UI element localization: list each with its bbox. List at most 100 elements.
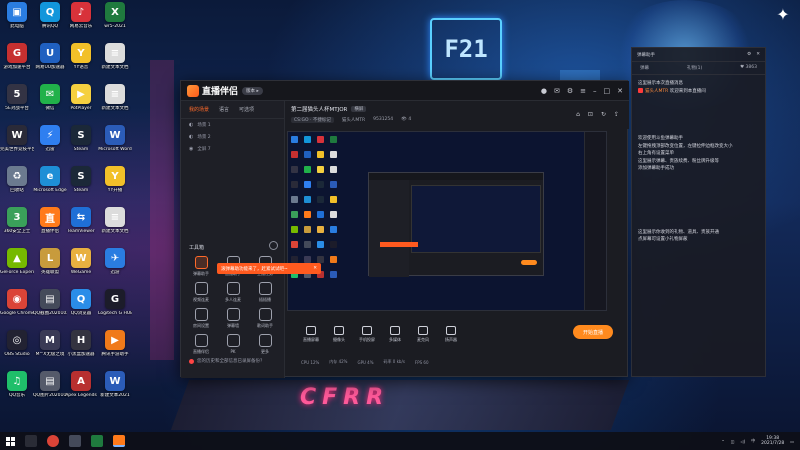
desktop-icon[interactable]: S Steam [66, 166, 96, 193]
eye-icon[interactable]: ◐ [189, 134, 193, 140]
source-button[interactable]: 多媒体 [381, 325, 409, 343]
network-icon[interactable]: ◫ [731, 439, 735, 444]
toolbox-settings-icon[interactable] [269, 241, 278, 250]
chevron-up-icon[interactable]: ⌃ [721, 439, 724, 444]
tool-item[interactable]: 歌词助手 [249, 308, 281, 329]
input-language[interactable]: 中 [751, 438, 755, 444]
refresh-icon[interactable]: ↻ [601, 111, 606, 118]
settings-icon[interactable]: ⚙ [747, 52, 751, 57]
desktop-icon[interactable]: ♪ 网易云音乐 [66, 2, 96, 29]
desktop-icon[interactable]: 直直播伴侣 [35, 207, 65, 234]
eye-icon[interactable]: ◐ [189, 122, 193, 128]
scene-item[interactable]: ◐ 场景 1 [181, 119, 284, 131]
eye-icon[interactable]: ◉ [189, 146, 193, 152]
share-icon[interactable]: ⇪ [614, 111, 619, 118]
desktop-icon[interactable]: ⇆ TeamViewer [66, 207, 96, 234]
tool-item[interactable]: 插插播 [249, 282, 281, 303]
desktop-icon[interactable]: ◎ OBS Studio [2, 330, 32, 357]
desktop-icon[interactable]: U 网易UU加速器 [35, 43, 65, 70]
danmaku-panel-header[interactable]: 弹幕助手 ⚙ ✕ [632, 48, 765, 62]
desktop-icon[interactable]: S Steam [66, 125, 96, 152]
desktop-icon[interactable]: W 完美世界竞技平台 [0, 125, 34, 152]
file-explorer-icon[interactable] [69, 435, 81, 447]
live-companion-window[interactable]: 直播伴侣 版本 ▸ ● ✉ ⚙ ≡ – □ ✕ 我的场景 语言 可选项 ◐ 场景 … [180, 80, 629, 378]
tool-item[interactable]: 直播伴侣 [185, 334, 217, 355]
source-button[interactable]: 摄像头 [325, 325, 353, 343]
tool-item[interactable]: PK [217, 334, 249, 355]
desktop-icon[interactable]: 3 360安全卫士 [2, 207, 32, 234]
desktop-icon[interactable]: L 英雄联盟 [35, 248, 65, 275]
mail-icon[interactable]: ✉ [554, 87, 560, 95]
tab-scenes[interactable]: 我的场景 [189, 106, 209, 113]
tool-item[interactable]: 弹幕助手 [185, 256, 217, 277]
tab-audience[interactable]: ♥ 3863 [740, 65, 757, 71]
start-button[interactable] [6, 436, 15, 446]
tool-item[interactable]: 房间设置 [185, 308, 217, 329]
desktop-icon[interactable]: e Microsoft Edge [33, 166, 67, 193]
danmaku-user[interactable]: 猫头人MTR [645, 89, 668, 94]
search-icon[interactable] [25, 435, 37, 447]
desktop-icon[interactable]: ⚡ 迅雷 [35, 125, 65, 152]
desktop-icon[interactable]: ✉ 微信 [35, 84, 65, 111]
volume-icon[interactable]: ◁) [741, 439, 746, 444]
desktop-icon[interactable]: ♫ QQ音乐 [2, 371, 32, 398]
desktop-icon[interactable]: Y YY语音 [66, 43, 96, 70]
gift-icon[interactable]: ⌂ [576, 111, 580, 118]
desktop-icon[interactable]: Q QQ浏览器 [66, 289, 96, 316]
desktop-icon[interactable]: ▲ GeForce Experience [0, 248, 34, 275]
desktop-icon[interactable]: ◉ Google Chrome [0, 289, 34, 316]
source-button[interactable]: 扬声器 [437, 325, 465, 343]
scene-item[interactable]: ◉ 全屏 7 [181, 143, 284, 155]
source-button[interactable]: 麦克风 [409, 325, 437, 343]
start-live-button[interactable]: 开始直播 [573, 325, 613, 339]
settings-icon[interactable]: ⚙ [567, 87, 573, 95]
desktop-icon[interactable]: ▤ QQ截图20201021 [33, 289, 67, 316]
desktop-icon[interactable]: Y YY开播 [100, 166, 130, 193]
tool-item[interactable]: 多人连麦 [217, 282, 249, 303]
desktop-icon[interactable]: ▣ 此电脑 [2, 2, 32, 29]
tab-language[interactable]: 语言 [219, 106, 229, 113]
room-category[interactable]: CS:GO · 不捷标记 [291, 117, 334, 123]
scene-item[interactable]: ◐ 场景 2 [181, 131, 284, 143]
version-badge[interactable]: 版本 ▸ [242, 86, 263, 95]
avatar-icon[interactable]: ● [541, 87, 547, 95]
desktop-icon[interactable]: W WeGame [66, 248, 96, 275]
desktop-icon[interactable]: ▶ PotPlayer [66, 84, 96, 111]
toast-close-icon[interactable]: ✕ [313, 266, 317, 271]
stream-preview[interactable] [287, 131, 607, 311]
feature-toast[interactable]: 滚弹幕助功能来了，赶紧试试吧~ ✕ [217, 263, 321, 274]
maximize-icon[interactable]: □ [604, 87, 611, 95]
excel-icon[interactable] [91, 435, 103, 447]
tab-options[interactable]: 可选项 [239, 106, 254, 113]
desktop-icon[interactable]: G Logitech G HUB [98, 289, 132, 316]
orientation-tag[interactable]: 横屏 [351, 106, 367, 112]
chrome-icon[interactable] [47, 435, 59, 447]
backup-notice[interactable]: 您的历史和全部信息已录屏备份？ [189, 358, 265, 364]
tool-item[interactable]: 更多 [249, 334, 281, 355]
tab-danmaku[interactable]: 弹幕 [640, 65, 649, 71]
desktop-icon[interactable]: Xwr5-2021 [100, 2, 130, 29]
desktop-icon[interactable]: W Microsoft Word [98, 125, 132, 152]
desktop-icon[interactable]: ≡ 新建文本文档 [100, 84, 130, 111]
source-button[interactable]: 直播屏幕 [297, 325, 325, 343]
source-button[interactable]: 手机投屏 [353, 325, 381, 343]
close-icon[interactable]: ✕ [756, 52, 760, 57]
desktop-icon[interactable]: ♻ 回收站 [2, 166, 32, 193]
menu-icon[interactable]: ≡ [580, 87, 586, 95]
tool-item[interactable]: 视频连麦 [185, 282, 217, 303]
desktop-icon[interactable]: ≡ 新建文本文档 [100, 43, 130, 70]
clock[interactable]: 19:38 2021/7/28 [761, 436, 784, 447]
lock-icon[interactable]: ⊡ [588, 111, 593, 118]
minimize-icon[interactable]: – [593, 87, 597, 95]
live-companion-taskbar-icon[interactable] [113, 435, 125, 447]
desktop-icon[interactable]: M M^X无极之境 [35, 330, 65, 357]
desktop-icon[interactable]: ≡ 新建文本文档 [100, 207, 130, 234]
desktop-icon[interactable]: G 游戏加速平台 [2, 43, 32, 70]
tab-gifts[interactable]: 礼物(1) [687, 65, 702, 71]
tool-item[interactable]: 弹幕墙 [217, 308, 249, 329]
close-icon[interactable]: ✕ [617, 87, 623, 95]
desktop-icon[interactable]: H 小黑盒加速器 [66, 330, 96, 357]
desktop-icon[interactable]: 5 5E对战平台 [2, 84, 32, 111]
danmaku-assistant-panel[interactable]: 弹幕助手 ⚙ ✕ 弹幕 礼物(1) ♥ 3863 这里展示本次直播消息 猫头人MT… [631, 47, 766, 377]
desktop-icon[interactable]: A Apex Legends [65, 371, 97, 398]
